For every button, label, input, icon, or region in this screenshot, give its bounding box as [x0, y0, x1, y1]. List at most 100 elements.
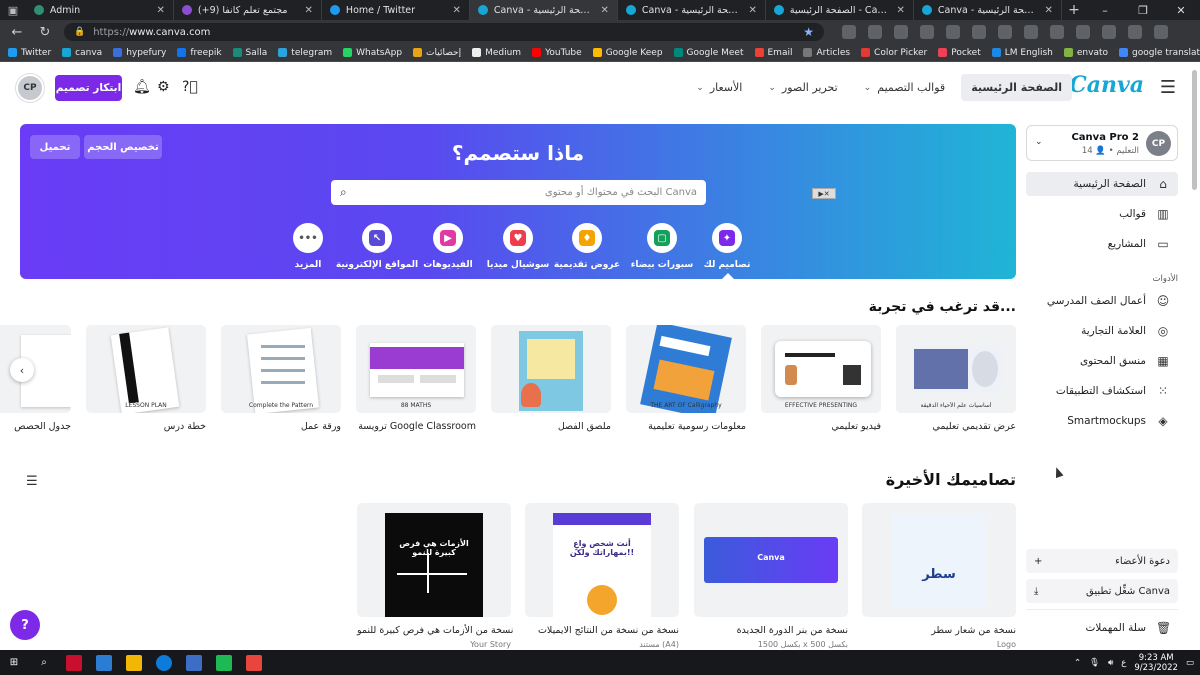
invite-members-button[interactable]: دعوة الأعضاء +: [1026, 549, 1178, 573]
close-tab-icon[interactable]: ✕: [749, 5, 757, 16]
reload-icon[interactable]: ↻: [36, 25, 54, 40]
sidebar-item[interactable]: الصفحة الرئيسية ⌂: [1026, 172, 1178, 196]
close-tab-icon[interactable]: ✕: [897, 5, 905, 16]
bookmark-item[interactable]: YouTube: [532, 48, 582, 58]
sidebar-item[interactable]: قوالب ▥: [1026, 202, 1178, 226]
bookmark-item[interactable]: Pocket: [938, 48, 981, 58]
search-icon[interactable]: ⌕: [36, 655, 52, 671]
template-card[interactable]: THE ART OF Calligraphy: [626, 325, 746, 413]
chevron-up-icon[interactable]: ⌃: [1074, 658, 1081, 668]
design-title[interactable]: نسخة من بنر الدورة الجديدة: [694, 625, 848, 636]
browser-tab[interactable]: Canva - الصفحة الرئيسية ✕: [469, 0, 618, 20]
new-tab-button[interactable]: +: [1062, 0, 1086, 20]
template-label[interactable]: جدول الحصص: [0, 421, 71, 432]
bookmark-item[interactable]: google translate: [1119, 48, 1200, 58]
recent-design-card[interactable]: Canva: [694, 503, 848, 617]
extension-icon[interactable]: [842, 25, 856, 39]
install-app-button[interactable]: شغِّل تطبيق Canva ⤓: [1026, 579, 1178, 603]
extension-icon[interactable]: [1050, 25, 1064, 39]
search-input[interactable]: ⌕ البحث في محتواك أو محتوى Canva: [331, 180, 706, 205]
template-card[interactable]: 88 MATHS: [356, 325, 476, 413]
file-explorer-icon[interactable]: [126, 654, 142, 671]
bookmark-star-icon[interactable]: ★: [803, 25, 814, 39]
template-label[interactable]: خطة درس: [86, 421, 206, 432]
nav-item[interactable]: قوالب التصميم ⌄: [854, 74, 955, 101]
extension-icon[interactable]: [920, 25, 934, 39]
template-label[interactable]: ملصق الفصل: [491, 421, 611, 432]
browser-tab[interactable]: الصفحة الرئيسية - Canva ✕: [766, 0, 914, 20]
template-label[interactable]: فيديو تعليمي: [761, 421, 881, 432]
category-shortcut[interactable]: ••• المزيد: [263, 223, 353, 270]
canva-logo[interactable]: Canva: [1069, 72, 1144, 98]
app-icon[interactable]: [186, 654, 202, 671]
extension-icon[interactable]: [946, 25, 960, 39]
close-window-icon[interactable]: ✕: [1162, 0, 1200, 20]
recent-design-card[interactable]: الأزمات هي فرص كبيرة للنمو: [357, 503, 511, 617]
app-icon[interactable]: [66, 654, 82, 671]
bookmark-item[interactable]: Color Picker: [861, 48, 927, 58]
clock[interactable]: 9:23 AM 9/23/2022: [1134, 653, 1178, 673]
sidebar-tool-item[interactable]: أعمال الصف المدرسي ☺: [1026, 289, 1178, 313]
design-title[interactable]: نسخة من الأزمات هي فرص كبيرة للنمو: [357, 625, 513, 636]
app-icon[interactable]: [96, 654, 112, 671]
extension-icon[interactable]: [1102, 25, 1116, 39]
minimize-icon[interactable]: –: [1086, 0, 1124, 20]
back-icon[interactable]: ←: [8, 25, 26, 40]
nav-item[interactable]: الصفحة الرئيسية: [961, 74, 1072, 101]
window-menu-icon[interactable]: ▣: [0, 0, 26, 20]
browser-tab[interactable]: (+9) مجتمع تعلم كانفا ✕: [174, 0, 322, 20]
nav-item[interactable]: تحرير الصور ⌄: [758, 74, 847, 101]
sidebar-item-trash[interactable]: سلة المهملات 🗑︎: [1026, 616, 1178, 640]
extension-icon[interactable]: [868, 25, 882, 39]
edge-icon[interactable]: [156, 654, 172, 671]
bookmark-item[interactable]: canva: [62, 48, 102, 58]
template-card[interactable]: Complete the Pattern: [221, 325, 341, 413]
bookmark-item[interactable]: telegram: [278, 48, 332, 58]
recent-design-card[interactable]: أنت شخص واعٍ بمهاراتك ولكن!!: [525, 503, 679, 617]
browser-tab[interactable]: Home / Twitter ✕: [322, 0, 470, 20]
bookmark-item[interactable]: Articles: [803, 48, 850, 58]
extension-icon[interactable]: [1024, 25, 1038, 39]
language-indicator[interactable]: ع: [1121, 658, 1126, 668]
create-design-button[interactable]: ابتكار تصميم: [55, 75, 122, 101]
microphone-icon[interactable]: 🎙︎: [1089, 658, 1100, 668]
app-icon[interactable]: [246, 654, 262, 671]
team-switcher[interactable]: CP Canva Pro 2 التعليم • 👤 14 ⌄: [1026, 125, 1178, 161]
sidebar-tool-item[interactable]: Smartmockups ◈: [1026, 409, 1178, 433]
bookmark-item[interactable]: WhatsApp: [343, 48, 402, 58]
sidebar-item[interactable]: المشاريع ▭: [1026, 232, 1178, 256]
bookmark-item[interactable]: envato: [1063, 48, 1108, 58]
close-tab-icon[interactable]: ✕: [601, 5, 609, 16]
bell-icon[interactable]: 🔔︎: [133, 79, 151, 95]
browser-tab[interactable]: Canva - الصفحة الرئيسية ✕: [914, 0, 1062, 20]
browser-tab[interactable]: Admin ✕: [26, 0, 174, 20]
bookmark-item[interactable]: hypefury: [113, 48, 166, 58]
bookmark-item[interactable]: Google Keep: [592, 48, 663, 58]
template-card[interactable]: EFFECTIVE PRESENTING: [761, 325, 881, 413]
bookmark-item[interactable]: إحصائيات: [413, 48, 461, 58]
design-title[interactable]: نسخة من نسخة من النتائج الايميلات: [525, 625, 679, 636]
bookmark-item[interactable]: Google Meet: [673, 48, 744, 58]
template-label[interactable]: معلومات رسومية تعليمية: [626, 421, 746, 432]
template-label[interactable]: عرض تقديمي تعليمي: [896, 421, 1016, 432]
volume-icon[interactable]: 🔊︎: [1108, 658, 1113, 668]
extension-icon[interactable]: [998, 25, 1012, 39]
extension-icon[interactable]: [1154, 25, 1168, 39]
browser-tab[interactable]: Canva - الصفحة الرئيسية ✕: [618, 0, 766, 20]
template-card[interactable]: أساسيات علم الأحياء الدقيقة: [896, 325, 1016, 413]
design-title[interactable]: نسخة من شعار سطر: [862, 625, 1016, 636]
carousel-prev-button[interactable]: ‹: [10, 358, 34, 382]
template-label[interactable]: ورقة عمل: [221, 421, 341, 432]
bookmark-item[interactable]: Twitter: [8, 48, 51, 58]
recent-design-card[interactable]: سطر: [862, 503, 1016, 617]
maximize-icon[interactable]: ❐: [1124, 0, 1162, 20]
sidebar-tool-item[interactable]: العلامة التجارية ◎: [1026, 319, 1178, 343]
bookmark-item[interactable]: Salla: [232, 48, 267, 58]
nav-item[interactable]: الأسعار ⌄: [686, 74, 752, 101]
page-scrollbar[interactable]: [1192, 70, 1198, 630]
gear-icon[interactable]: ⚙: [157, 79, 170, 95]
close-tab-icon[interactable]: ✕: [305, 5, 313, 16]
notifications-icon[interactable]: ▭: [1186, 658, 1194, 668]
extension-icon[interactable]: [894, 25, 908, 39]
close-tab-icon[interactable]: ✕: [453, 5, 461, 16]
